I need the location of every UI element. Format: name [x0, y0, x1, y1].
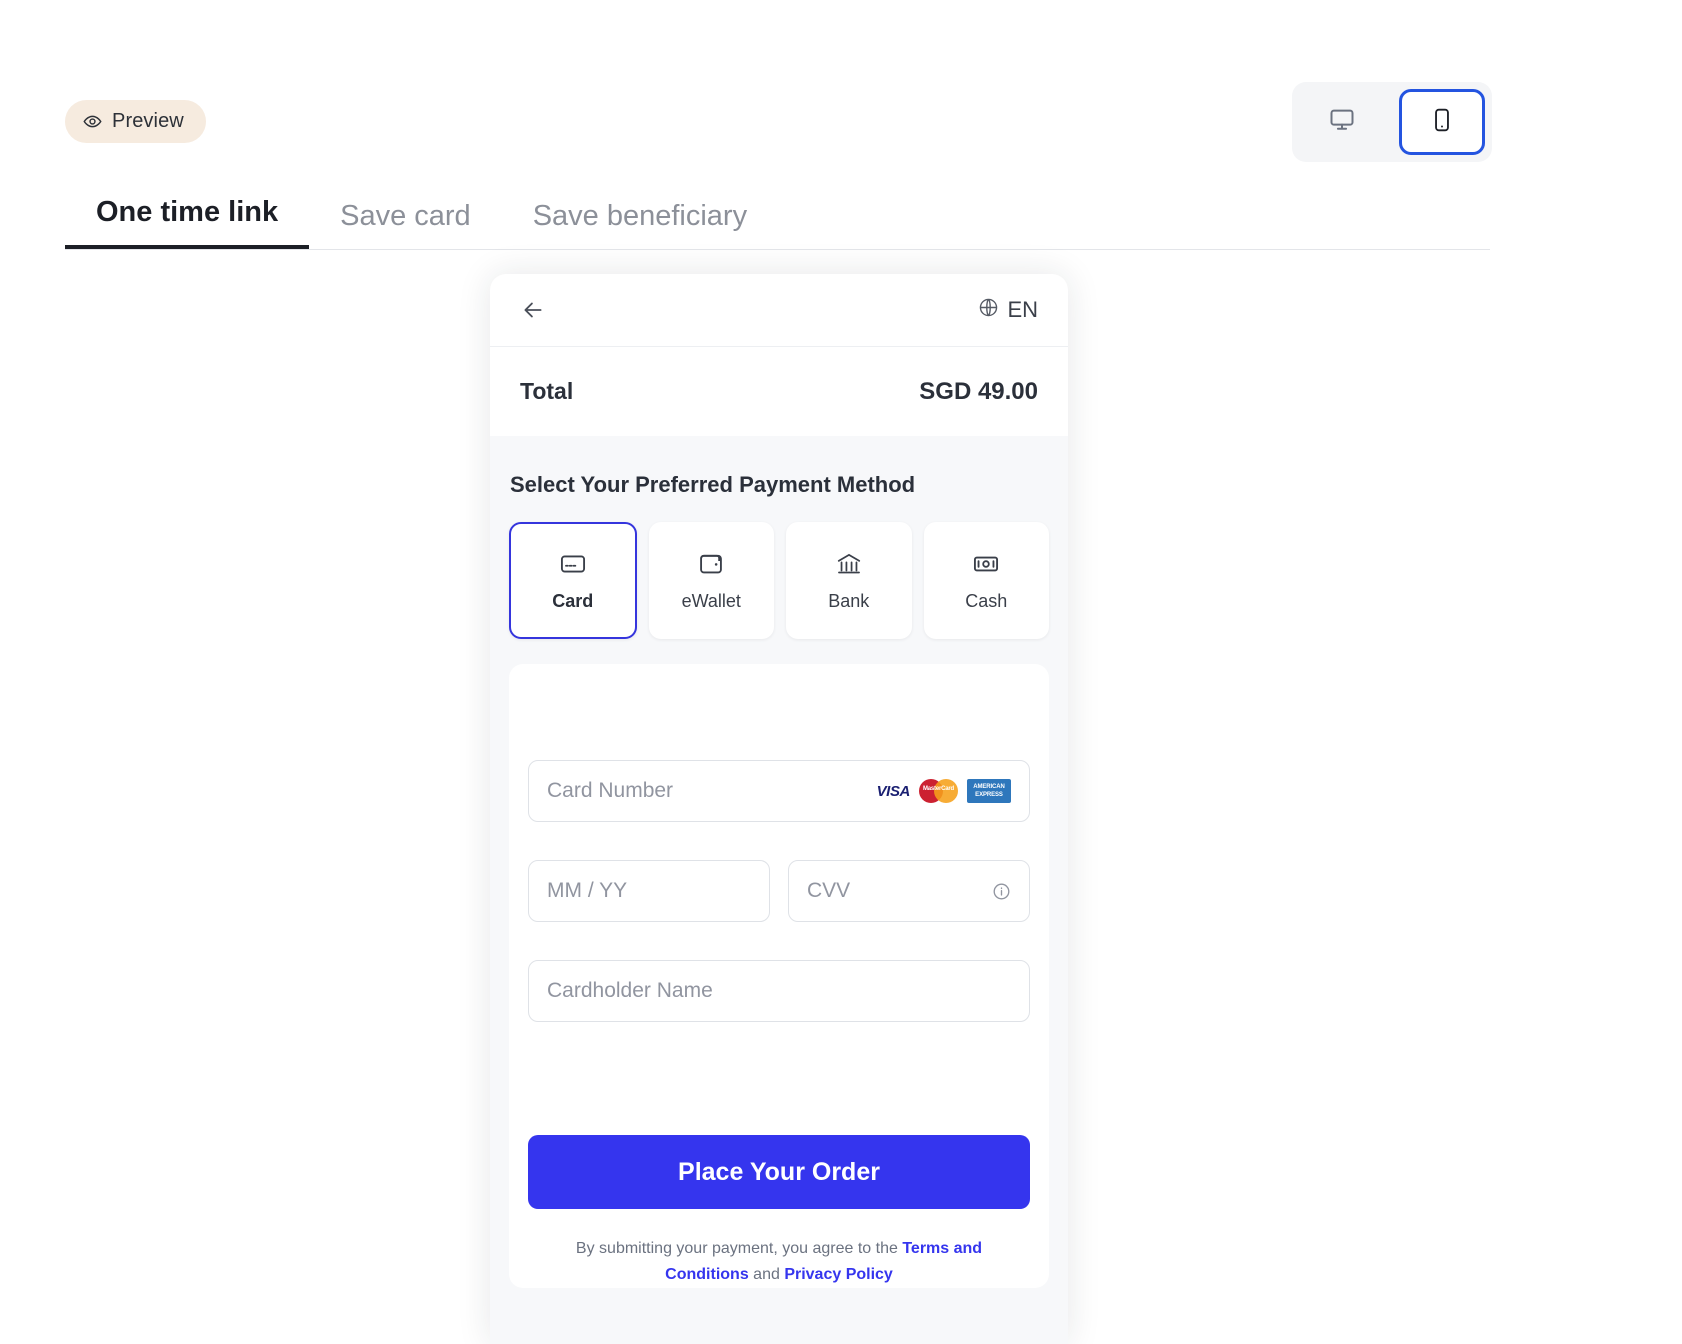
payment-method-cash-label: Cash: [965, 590, 1008, 611]
banknote-icon: [972, 550, 1000, 578]
wallet-icon: [697, 550, 725, 578]
terms-middle: and: [748, 1266, 785, 1283]
preview-header: EN: [490, 274, 1068, 346]
payment-method-list: Card eWallet Bank Cash: [490, 498, 1068, 639]
payment-method-ewallet-label: eWallet: [681, 590, 741, 611]
bank-icon: [835, 550, 863, 578]
device-toggle-mobile[interactable]: [1399, 89, 1485, 155]
tab-save-beneficiary[interactable]: Save beneficiary: [502, 200, 778, 249]
monitor-icon: [1328, 106, 1356, 139]
card-form-panel: Card Number VISA MasterCard AMERICAN EXP…: [509, 664, 1049, 1288]
payment-method-bank-label: Bank: [828, 590, 870, 611]
payment-method-bank[interactable]: Bank: [786, 522, 912, 639]
total-label: Total: [520, 378, 574, 404]
total-amount: SGD 49.00: [919, 377, 1038, 405]
terms-text: By submitting your payment, you agree to…: [528, 1236, 1030, 1288]
expiry-input[interactable]: MM / YY: [528, 860, 770, 922]
language-selector[interactable]: EN: [978, 297, 1038, 323]
card-number-placeholder: Card Number: [547, 779, 674, 802]
tab-bar: One time link Save card Save beneficiary: [65, 178, 1490, 250]
payment-method-ewallet[interactable]: eWallet: [648, 522, 774, 639]
tab-one-time-link[interactable]: One time link: [65, 196, 310, 249]
place-order-button[interactable]: Place Your Order: [528, 1135, 1030, 1209]
amex-icon: AMERICAN EXPRESS: [967, 779, 1011, 803]
amex-line1: AMERICAN: [973, 784, 1005, 790]
payment-method-cash[interactable]: Cash: [923, 522, 1049, 639]
mobile-device-icon: [1429, 107, 1455, 138]
tab-save-card[interactable]: Save card: [309, 200, 502, 249]
info-circle-icon[interactable]: [992, 882, 1011, 901]
payment-method-card-label: Card: [552, 590, 594, 611]
terms-prefix: By submitting your payment, you agree to…: [575, 1240, 903, 1257]
device-toggle: [1292, 82, 1492, 162]
preview-label: Preview: [112, 110, 184, 132]
device-toggle-desktop[interactable]: [1299, 89, 1385, 155]
total-row: Total SGD 49.00: [490, 346, 1068, 436]
card-number-input[interactable]: Card Number VISA MasterCard AMERICAN EXP…: [528, 760, 1030, 822]
cvv-input[interactable]: CVV: [788, 860, 1030, 922]
cvv-placeholder: CVV: [807, 879, 851, 902]
arrow-left-icon[interactable]: [520, 297, 546, 323]
preview-badge: Preview: [65, 100, 206, 143]
payment-method-card[interactable]: Card: [509, 522, 637, 639]
cardholder-name-placeholder: Cardholder Name: [547, 979, 713, 1002]
expiry-placeholder: MM / YY: [547, 879, 628, 902]
language-label: EN: [1007, 297, 1038, 322]
preview-page: Preview One time link Save card Save ben: [0, 0, 1682, 1344]
payment-method-title: Select Your Preferred Payment Method: [510, 472, 916, 497]
visa-icon: VISA: [876, 782, 911, 800]
globe-icon: [978, 297, 999, 323]
credit-card-icon: [559, 550, 587, 578]
mastercard-icon: MasterCard: [919, 779, 958, 803]
privacy-policy-link[interactable]: Privacy Policy: [784, 1266, 893, 1283]
cardholder-name-input[interactable]: Cardholder Name: [528, 960, 1030, 1022]
card-brand-logos: VISA MasterCard AMERICAN EXPRESS: [877, 779, 1011, 803]
mastercard-label: MasterCard: [922, 786, 954, 792]
expiry-cvv-row: MM / YY CVV: [528, 860, 1030, 922]
amex-line2: EXPRESS: [975, 792, 1003, 798]
mobile-preview-frame: EN Total SGD 49.00 Select Your Preferred…: [490, 274, 1068, 1344]
eye-icon: [83, 112, 102, 131]
